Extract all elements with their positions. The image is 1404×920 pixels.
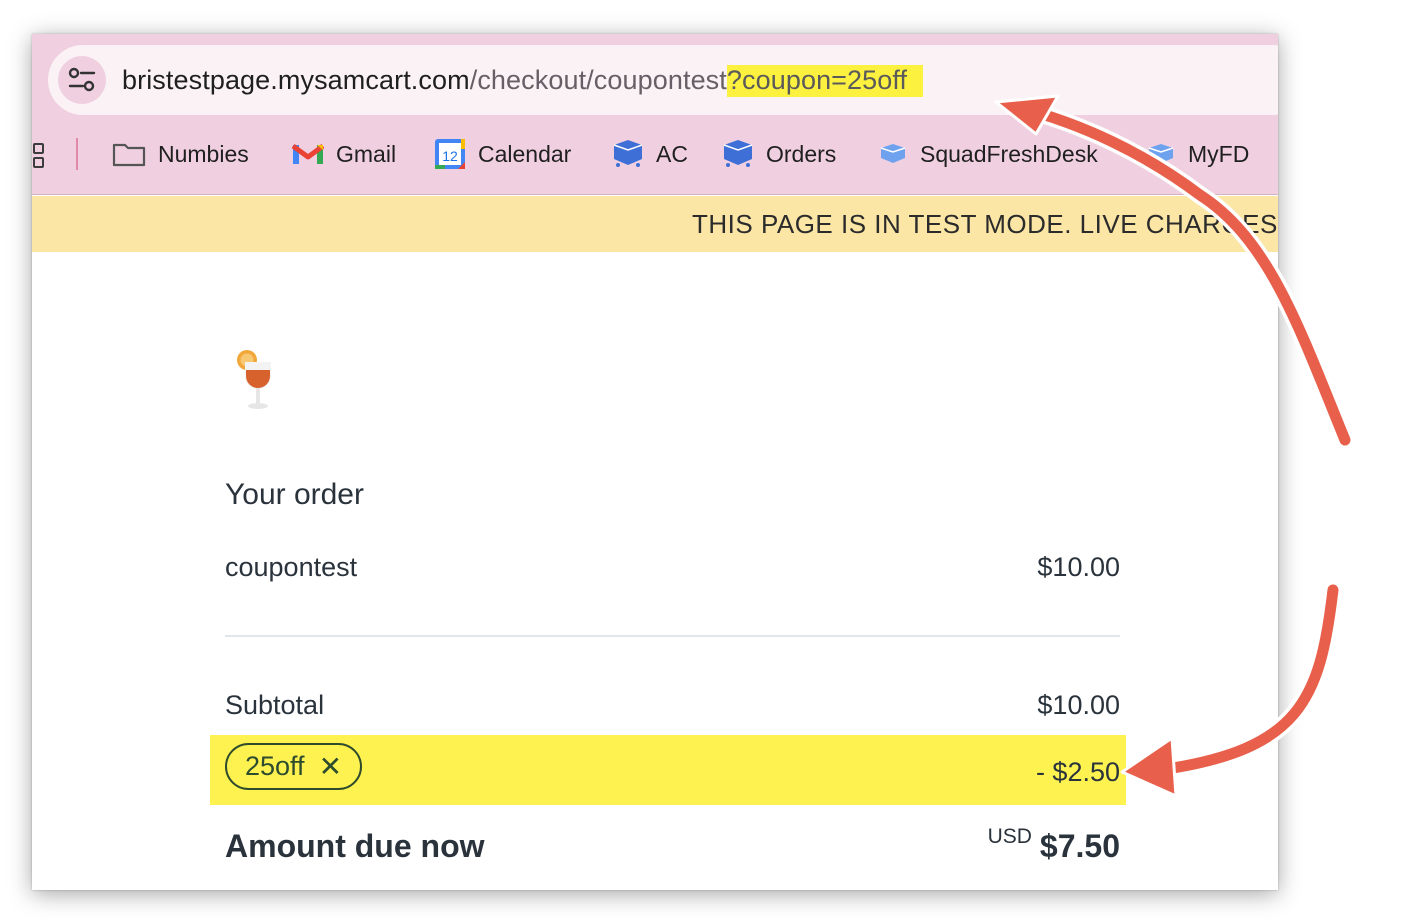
remove-coupon-icon[interactable]: ✕ <box>319 752 342 781</box>
line-item-price: $10.00 <box>1037 552 1120 582</box>
test-mode-banner: THIS PAGE IS IN TEST MODE. LIVE CHARGES <box>32 196 1278 252</box>
coupon-chip: 25off ✕ <box>225 743 363 790</box>
bookmark-label: Orders <box>766 140 837 167</box>
subtotal-row: Subtotal $10.00 <box>225 690 1120 721</box>
bookmark-label: Numbies <box>158 140 249 167</box>
browser-screenshot: bristestpage.mysamcart.com/checkout/coup… <box>32 34 1278 890</box>
cube-icon <box>1148 144 1174 163</box>
cube-icon <box>880 144 906 163</box>
gmail-icon <box>292 143 324 164</box>
bookmark-calendar[interactable]: 12 Calendar <box>434 132 571 176</box>
bookmark-ac[interactable]: AC <box>612 132 688 176</box>
cube-icon <box>613 140 643 167</box>
bookmark-gmail[interactable]: Gmail <box>292 132 396 176</box>
folder-icon <box>112 143 146 167</box>
apps-grid-icon[interactable] <box>32 140 48 168</box>
bookmark-label: AC <box>656 140 688 167</box>
url-text[interactable]: bristestpage.mysamcart.com/checkout/coup… <box>122 62 924 98</box>
test-mode-banner-text: THIS PAGE IS IN TEST MODE. LIVE CHARGES <box>692 209 1278 239</box>
bookmark-squadfreshdesk[interactable]: SquadFreshDesk <box>878 132 1098 176</box>
amount-due-label: Amount due now <box>225 828 485 864</box>
subtotal-label: Subtotal <box>225 690 325 720</box>
bookmark-orders[interactable]: Orders <box>722 132 836 176</box>
cube-icon <box>723 140 753 167</box>
line-item-name: coupontest <box>225 552 358 582</box>
bookmark-label: Gmail <box>336 140 397 167</box>
coupon-code: 25off <box>245 751 305 781</box>
amount-due-value: $7.50 <box>1039 828 1120 864</box>
currency-code: USD <box>987 825 1032 848</box>
site-settings-icon[interactable] <box>58 56 106 104</box>
divider <box>225 635 1120 637</box>
bookmarks-bar: Numbies Gmail 12 Calendar AC Orders Squa… <box>32 132 1278 176</box>
bookmark-label: MyFD <box>1188 140 1250 167</box>
url-query-coupon: ?coupon=25off <box>726 65 924 97</box>
amount-due: USD $7.50 <box>988 825 1120 865</box>
discount-value: - $2.50 <box>1035 757 1120 787</box>
calendar-icon: 12 <box>435 139 465 169</box>
svg-text:12: 12 <box>442 148 458 164</box>
line-item: coupontest $10.00 <box>225 552 1120 583</box>
url-host: bristestpage.mysamcart.com <box>122 65 470 95</box>
url-path: /checkout/coupontest <box>469 65 727 95</box>
address-bar[interactable]: bristestpage.mysamcart.com/checkout/coup… <box>48 45 1278 115</box>
browser-chrome: bristestpage.mysamcart.com/checkout/coup… <box>32 34 1278 195</box>
bookmark-myfd[interactable]: MyFD <box>1146 132 1249 176</box>
order-heading: Your order <box>225 478 364 511</box>
bookmark-label: Calendar <box>478 140 572 167</box>
bookmark-label: SquadFreshDesk <box>920 140 1098 167</box>
wine-glass-logo-icon <box>237 350 271 409</box>
bookmark-numbies[interactable]: Numbies <box>112 132 249 176</box>
subtotal-value: $10.00 <box>1037 690 1120 720</box>
bookmarks-separator <box>76 138 78 170</box>
